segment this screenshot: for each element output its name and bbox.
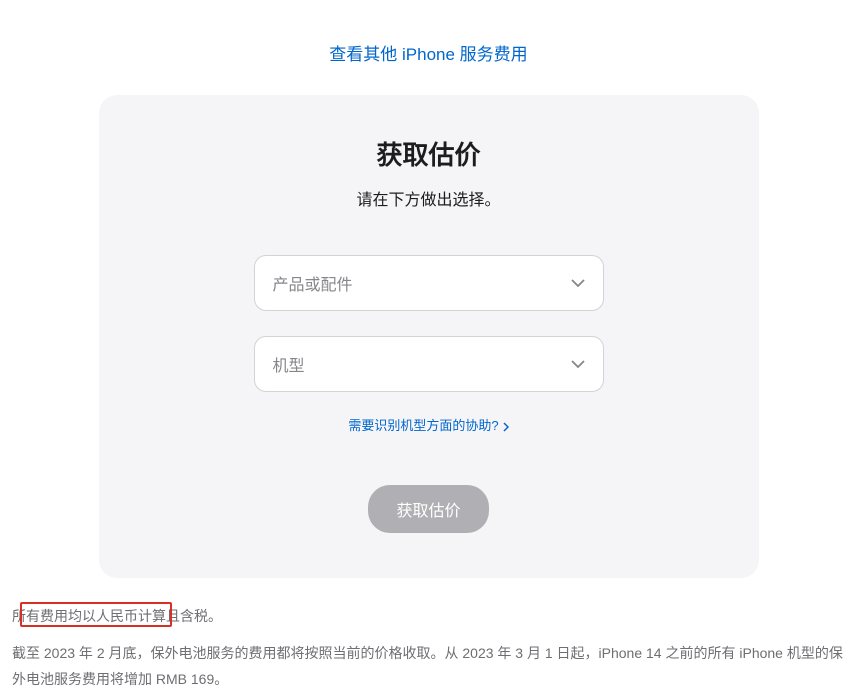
card-title: 获取估价 — [139, 135, 719, 172]
chevron-right-icon — [503, 420, 509, 430]
top-service-link-container: 查看其他 iPhone 服务费用 — [0, 0, 857, 65]
footer-notes: 所有费用均以人民币计算且含税。 截至 2023 年 2 月底，保外电池服务的费用… — [0, 578, 857, 693]
chevron-down-icon — [571, 279, 585, 287]
identify-model-help-link[interactable]: 需要识别机型方面的协助? — [348, 415, 508, 434]
chevron-down-icon — [571, 360, 585, 368]
estimate-card: 获取估价 请在下方做出选择。 产品或配件 机型 需要识别机型方面的协助? 获取估… — [99, 95, 759, 578]
footer-line-2: 截至 2023 年 2 月底，保外电池服务的费用都将按照当前的价格收取。从 20… — [12, 640, 845, 693]
product-select-placeholder: 产品或配件 — [273, 271, 353, 295]
other-iphone-services-link[interactable]: 查看其他 iPhone 服务费用 — [329, 45, 527, 64]
product-select-wrapper: 产品或配件 — [254, 255, 604, 311]
model-select-wrapper: 机型 — [254, 336, 604, 392]
card-subtitle: 请在下方做出选择。 — [139, 186, 719, 210]
get-estimate-button[interactable]: 获取估价 — [368, 485, 488, 533]
footer-line-1: 所有费用均以人民币计算且含税。 — [12, 603, 845, 630]
model-select-placeholder: 机型 — [273, 352, 305, 376]
help-link-text: 需要识别机型方面的协助? — [348, 415, 498, 434]
product-select[interactable]: 产品或配件 — [254, 255, 604, 311]
model-select[interactable]: 机型 — [254, 336, 604, 392]
